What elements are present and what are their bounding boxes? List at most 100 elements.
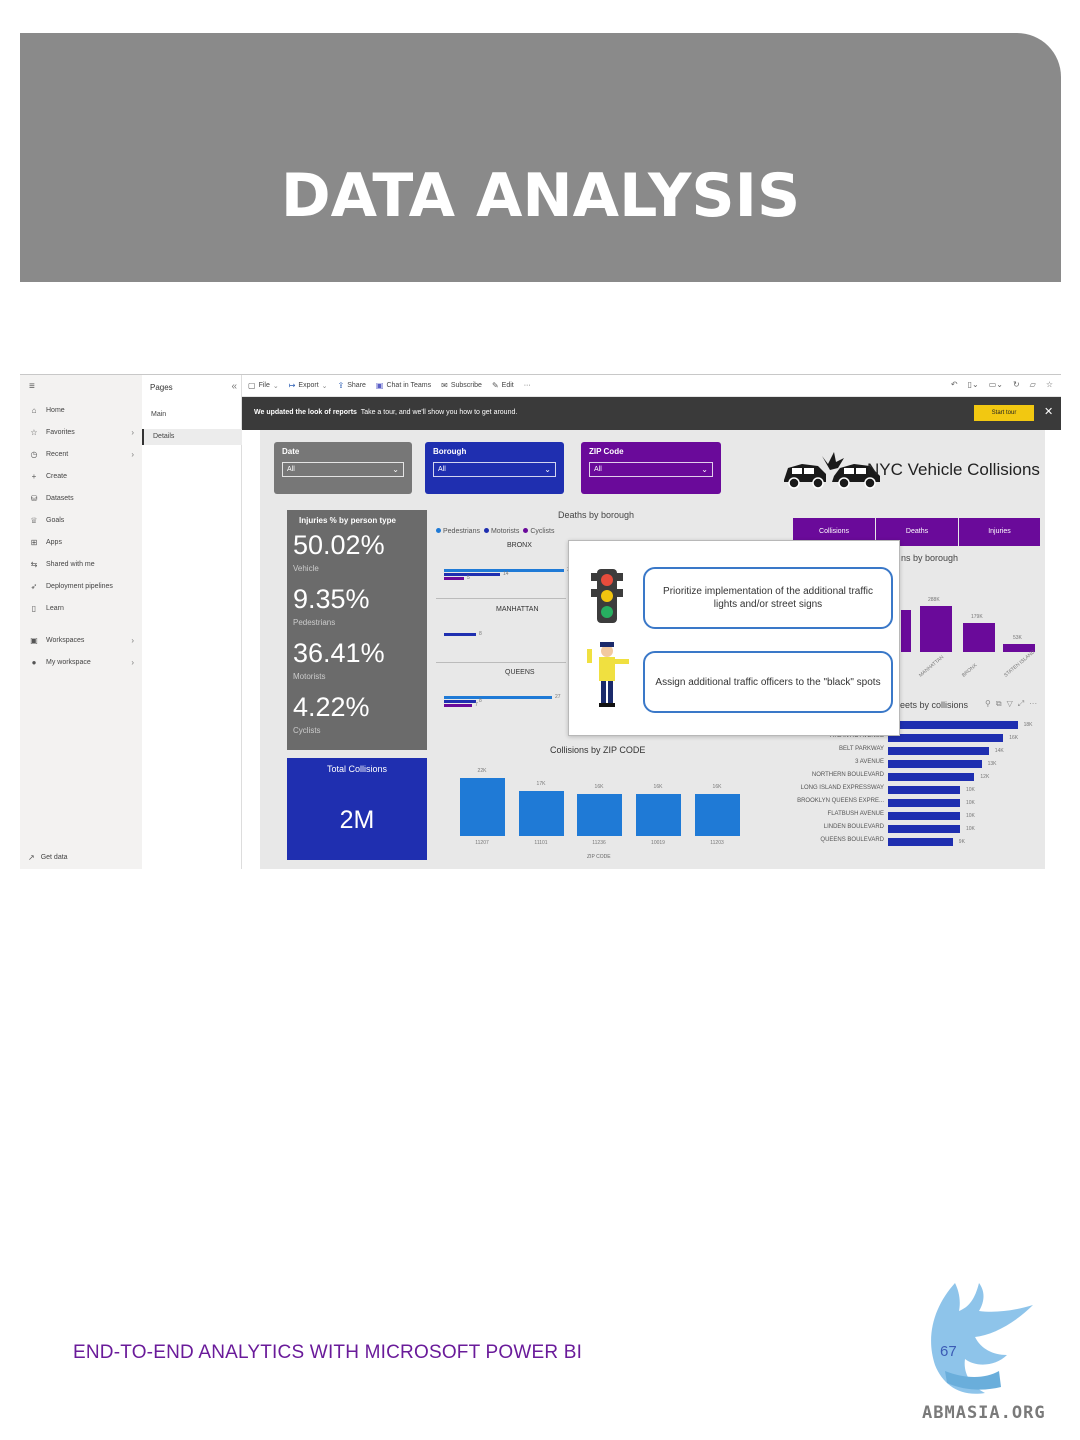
sidebar-item-workspaces[interactable]: ▣ Workspaces › — [28, 633, 138, 647]
chevron-right-icon[interactable]: › — [131, 636, 134, 645]
traffic-light-icon — [591, 569, 623, 623]
chevron-right-icon[interactable]: › — [131, 658, 134, 667]
hamburger-icon[interactable]: ≡ — [29, 381, 35, 392]
report-title: NYC Vehicle Collisions — [867, 460, 1040, 479]
street-bar-value: 10K — [966, 787, 975, 793]
left-nav: ≡ ⌂ Home ☆ Favorites › ◷ Recent › + Create ⛁ Datase… — [20, 375, 142, 869]
sidebar-item-label: Goals — [46, 516, 65, 524]
chevron-right-icon[interactable]: › — [131, 428, 134, 437]
deaths-bar — [444, 573, 500, 576]
street-bar-value: 10K — [966, 826, 975, 832]
sidebar-item-deployment-pipelines[interactable]: ➶ Deployment pipelines — [28, 579, 138, 593]
deaths-bar-value: 8 — [479, 631, 482, 637]
deaths-bar — [444, 700, 476, 703]
export-menu[interactable]: ↦ Export ⌄ — [289, 381, 328, 390]
sidebar-item-learn[interactable]: ▯ Learn — [28, 601, 138, 615]
trophy-icon: ♕ — [30, 515, 38, 525]
arrow-up-right-icon: ↗ — [28, 853, 35, 862]
page-tab-main[interactable]: Main — [142, 407, 242, 423]
file-menu[interactable]: ▢ File ⌄ — [248, 381, 279, 390]
apps-icon: ⊞ — [30, 537, 38, 547]
deaths-bar-value: 27 — [555, 694, 561, 700]
deaths-bar-value: 5 — [467, 575, 470, 581]
street-bar-value: 10K — [966, 813, 975, 819]
notice-body: Take a tour, and we'll show you how to g… — [360, 409, 518, 416]
date-slicer[interactable]: Date All ⌄ — [274, 442, 412, 494]
zip-axis-label: ZIP CODE — [587, 854, 611, 860]
more-button[interactable]: ··· — [524, 382, 531, 389]
sidebar-item-shared-with-me[interactable]: ⇆ Shared with me — [28, 557, 138, 571]
comment-icon[interactable]: ▱ — [1030, 380, 1036, 389]
slicer-value: All — [594, 466, 602, 473]
subscribe-button[interactable]: ✉ Subscribe — [441, 381, 482, 390]
sidebar-item-my-workspace[interactable]: ● My workspace › — [28, 655, 138, 669]
file-icon: ▢ — [248, 381, 256, 390]
sidebar-item-label: Apps — [46, 538, 62, 546]
recommendation-traffic-lights: Prioritize implementation of the additio… — [643, 567, 893, 629]
zip-bar — [460, 778, 505, 836]
street-bar — [888, 799, 960, 807]
bookmark-icon[interactable]: ▯⌄ — [968, 380, 979, 389]
zip-bar — [519, 791, 564, 836]
sidebar-item-recent[interactable]: ◷ Recent › — [28, 447, 138, 461]
zip-chart-title: Collisions by ZIP CODE — [550, 745, 646, 755]
sidebar-item-goals[interactable]: ♕ Goals — [28, 513, 138, 527]
file-label: File — [258, 382, 270, 389]
slicer-title: Borough — [433, 447, 467, 456]
undo-icon[interactable]: ↶ — [951, 380, 958, 389]
zip-code-slicer[interactable]: ZIP Code All ⌄ — [581, 442, 721, 494]
street-bar — [888, 773, 975, 781]
streets-chart-title: eets by collisions — [900, 700, 969, 710]
recommendation-traffic-officers: Assign additional traffic officers to th… — [643, 651, 893, 713]
favorite-icon[interactable]: ☆ — [1046, 380, 1053, 389]
chat-in-teams-button[interactable]: ▣ Chat in Teams — [376, 381, 431, 390]
plus-icon: + — [31, 471, 37, 481]
sidebar-item-favorites[interactable]: ☆ Favorites › — [28, 425, 138, 439]
copy-icon[interactable]: ⧉ — [996, 699, 1002, 709]
zip-bar-value: 16K — [594, 783, 604, 790]
date-dropdown[interactable]: All ⌄ — [282, 462, 404, 477]
street-label: FLATBUSH AVENUE — [827, 811, 884, 817]
zip-category-label: 10019 — [651, 840, 665, 846]
collapse-icon[interactable]: « — [231, 381, 237, 392]
view-icon[interactable]: ▭⌄ — [989, 380, 1003, 389]
sidebar-item-label: Create — [46, 472, 68, 480]
sidebar-item-home[interactable]: ⌂ Home — [28, 403, 138, 417]
start-tour-button[interactable]: Start tour — [974, 405, 1034, 421]
total-collisions-value: 2M — [339, 806, 375, 834]
share-icon: ⇪ — [337, 381, 345, 390]
page-tab-details[interactable]: Details — [142, 429, 242, 445]
more-options-icon[interactable]: ··· — [1029, 699, 1037, 709]
filter-icon[interactable]: ▽ — [1007, 699, 1013, 709]
vehicle-label: Vehicle — [293, 564, 319, 573]
share-button[interactable]: ⇪ Share — [338, 381, 366, 390]
clock-icon: ◷ — [30, 449, 38, 459]
get-data-button[interactable]: ↗ Get data — [28, 853, 68, 862]
sidebar-item-apps[interactable]: ⊞ Apps — [28, 535, 138, 549]
legend-motorists: Motorists — [483, 528, 519, 535]
legend-label: Cyclists — [530, 528, 555, 535]
refresh-icon[interactable]: ↻ — [1013, 380, 1020, 389]
sidebar-item-create[interactable]: + Create — [28, 469, 138, 483]
close-icon[interactable]: ✕ — [1044, 405, 1053, 418]
edit-button[interactable]: ✎ Edit — [492, 381, 514, 390]
chevron-right-icon[interactable]: › — [131, 450, 134, 459]
slicer-title: Date — [282, 447, 300, 456]
tab-injuries[interactable]: Injuries — [959, 518, 1040, 546]
borough-slicer[interactable]: Borough All ⌄ — [425, 442, 564, 494]
notice-bold: We updated the look of reports — [254, 409, 357, 416]
traffic-officer-icon — [587, 642, 629, 707]
zip-category-label: 11203 — [710, 840, 724, 846]
injuries-bar-value: 179K — [971, 614, 983, 621]
sidebar-item-datasets[interactable]: ⛁ Datasets — [28, 491, 138, 505]
visual-header-icons: ⚲ ⧉ ▽ ⤢ ··· — [985, 699, 1037, 709]
pages-pane: Pages « Main Details — [142, 375, 242, 869]
zip-code-dropdown[interactable]: All ⌄ — [589, 462, 713, 477]
borough-dropdown[interactable]: All ⌄ — [433, 462, 556, 477]
star-icon: ☆ — [30, 427, 38, 437]
focus-icon[interactable]: ⤢ — [1018, 699, 1024, 709]
deaths-chart-title: Deaths by borough — [558, 510, 635, 520]
deaths-legend: Pedestrians Motorists Cyclists — [436, 528, 555, 535]
pin-icon[interactable]: ⚲ — [985, 699, 991, 709]
group-separator — [436, 598, 566, 599]
